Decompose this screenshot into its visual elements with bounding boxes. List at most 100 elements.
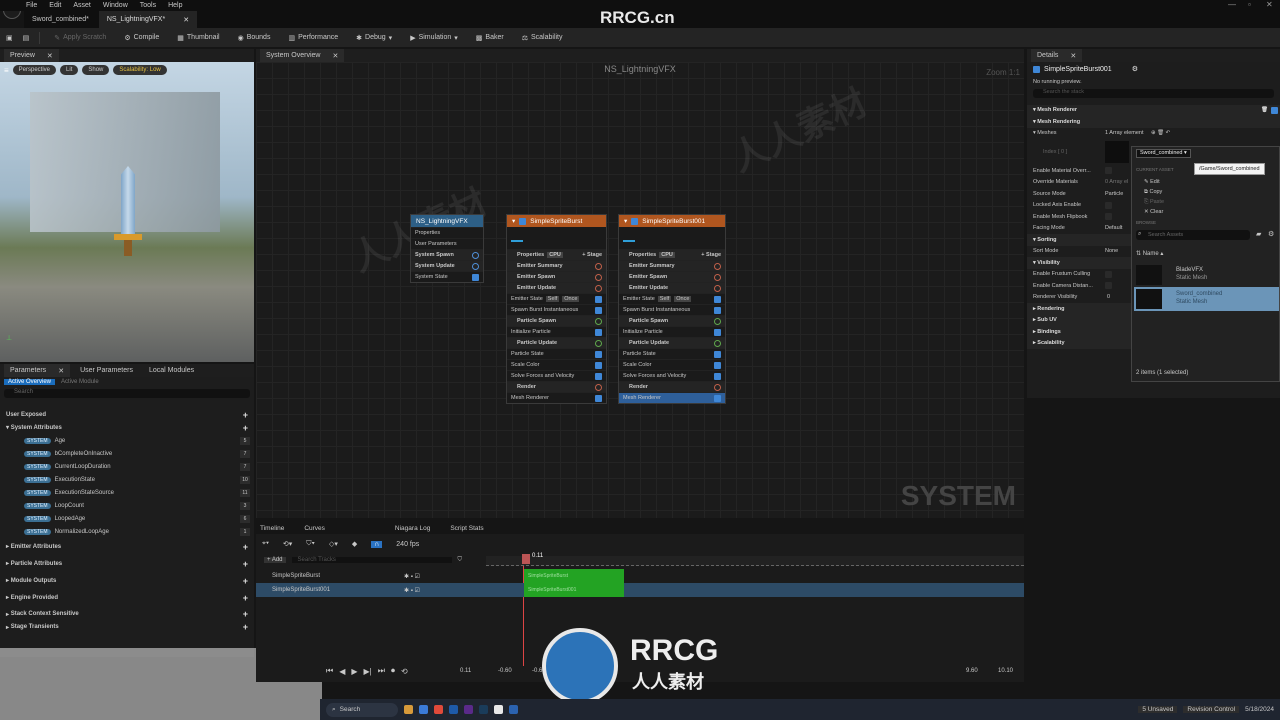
loop-playback-icon[interactable]: ⟲ xyxy=(401,667,408,676)
module-row[interactable]: Solve Forces and Velocity xyxy=(507,370,606,381)
module-row[interactable]: Initialize Particle xyxy=(507,326,606,337)
list-item[interactable]: SYSTEM ExecutionState 10 xyxy=(0,473,254,486)
playhead-marker[interactable] xyxy=(522,554,530,564)
skip-start-icon[interactable]: ⏮ xyxy=(326,666,333,676)
list-item[interactable]: SYSTEM ExecutionStateSource 11 xyxy=(0,486,254,499)
enable-checkbox[interactable] xyxy=(714,361,721,369)
tab-local-modules[interactable]: Local Modules xyxy=(143,364,200,377)
asset-dropdown[interactable]: Sword_combined ▾ xyxy=(1136,149,1191,158)
enable-checkbox[interactable] xyxy=(595,372,602,380)
stage-row[interactable]: Emitter Summary xyxy=(619,260,725,271)
list-item[interactable]: SYSTEM NormalizedLoopAge 1 xyxy=(0,525,254,538)
add-icon[interactable]: + xyxy=(243,609,248,619)
steam-icon[interactable] xyxy=(479,705,488,714)
prop-checkbox[interactable] xyxy=(1105,282,1112,290)
list-item[interactable]: SYSTEM LoopedAge 6 xyxy=(0,512,254,525)
module-row[interactable]: Mesh Renderer xyxy=(619,392,725,403)
perspective-button[interactable]: Perspective xyxy=(12,65,57,75)
performance-button[interactable]: ▥ Performance xyxy=(284,34,342,42)
list-item[interactable]: SYSTEM bCompleteOnInactive 7 xyxy=(0,447,254,460)
add-module-icon[interactable] xyxy=(714,317,721,325)
module-row[interactable]: Spawn Burst Instantaneous xyxy=(507,304,606,315)
system-attributes-section[interactable]: ▾ System Attributes + xyxy=(0,421,254,434)
stage-row[interactable]: Properties CPU + Stage xyxy=(507,249,606,260)
module-outputs-section[interactable]: ▸ Module Outputs + xyxy=(0,572,254,589)
chrome-icon[interactable] xyxy=(434,705,443,714)
prop-checkbox[interactable] xyxy=(1105,270,1112,278)
add-icon[interactable]: + xyxy=(243,542,248,552)
enable-checkbox[interactable] xyxy=(714,295,721,303)
mesh-rendering-section[interactable]: ▾ Mesh Rendering xyxy=(1027,116,1280,128)
stage-row[interactable]: Particle Spawn xyxy=(507,315,606,326)
gear-icon[interactable]: ⚙ xyxy=(1268,230,1274,238)
track-row[interactable]: SimpleSpriteBurst ✱ ▪ ☑ SimpleSpriteBurst xyxy=(256,569,1024,583)
tab-parameters[interactable]: Parameters ✕ xyxy=(4,364,71,377)
tab-sword-combined[interactable]: Sword_combined* xyxy=(24,11,97,28)
add-module-icon[interactable] xyxy=(714,339,721,347)
add-module-icon[interactable] xyxy=(595,383,602,391)
prop-checkbox[interactable] xyxy=(1105,201,1112,209)
meshes-row[interactable]: ▾ Meshes 1 Array element ⊕ 🗑 ↶ xyxy=(1027,128,1280,140)
emitter-node-simplespriteburst001[interactable]: ▾ SimpleSpriteBurst001 Properties CPU + Sta… xyxy=(618,214,726,404)
prop-checkbox[interactable] xyxy=(1105,213,1112,221)
enable-checkbox[interactable] xyxy=(595,306,602,314)
module-row[interactable]: Emitter State Self Once xyxy=(507,293,606,304)
menu-edit[interactable]: Edit xyxy=(49,2,61,9)
add-track-button[interactable]: + Add xyxy=(264,557,286,563)
step-back-icon[interactable]: ◀ xyxy=(339,667,345,676)
enable-checkbox[interactable] xyxy=(595,295,602,303)
stage-row[interactable]: Emitter Summary xyxy=(507,260,606,271)
taskbar-search[interactable]: ⌕ Search xyxy=(326,702,398,717)
magnet-icon[interactable]: ∩ xyxy=(371,540,383,548)
prop-value[interactable]: Particle xyxy=(1105,191,1123,197)
menu-help[interactable]: Help xyxy=(168,2,182,9)
stage-row[interactable]: Emitter Spawn xyxy=(619,271,725,282)
add-module-icon[interactable] xyxy=(472,262,479,270)
system-update-row[interactable]: System Update xyxy=(411,260,483,271)
close-tab-icon[interactable]: ✕ xyxy=(1070,52,1076,60)
stage-row[interactable]: Particle Update xyxy=(619,337,725,348)
folder-icon[interactable]: ▰ xyxy=(1256,230,1261,238)
stage-row[interactable]: Render xyxy=(507,381,606,392)
menu-window[interactable]: Window xyxy=(103,2,128,9)
menu-tools[interactable]: Tools xyxy=(140,2,156,9)
stage-row[interactable]: Properties CPU + Stage xyxy=(619,249,725,260)
revision-control-button[interactable]: Revision Control xyxy=(1183,706,1240,713)
user-exposed-section[interactable]: User Exposed + xyxy=(0,408,254,421)
add-stage-button[interactable]: + Stage xyxy=(701,252,721,258)
name-column-header[interactable]: ⇅ Name ▴ xyxy=(1136,250,1163,257)
add-module-icon[interactable] xyxy=(472,251,479,259)
tab-timeline[interactable]: Timeline xyxy=(260,525,284,532)
tab-details[interactable]: Details ✕ xyxy=(1031,49,1083,62)
module-row[interactable]: Particle State xyxy=(507,348,606,359)
preview-viewport[interactable]: ≡ Perspective Lit Show Scalability: Low … xyxy=(0,62,254,362)
add-element-icon[interactable]: ⊕ 🗑 ↶ xyxy=(1151,130,1170,136)
fps-dropdown[interactable]: 240 fps xyxy=(396,541,419,548)
tab-ns-lightningvfx[interactable]: NS_LightningVFX* ✕ xyxy=(98,11,198,28)
add-stage-button[interactable]: + Stage xyxy=(582,252,602,258)
track-bar[interactable]: SimpleSpriteBurst xyxy=(524,569,624,583)
track-bar[interactable]: SimpleSpriteBurst001 xyxy=(524,583,624,597)
enable-checkbox[interactable] xyxy=(472,273,479,281)
key-tool-icon[interactable]: ⌖▾ xyxy=(262,540,269,548)
edge-icon[interactable] xyxy=(419,705,428,714)
save-icon[interactable]: ▣ xyxy=(6,34,13,42)
close-window-icon[interactable]: ✕ xyxy=(1266,0,1273,9)
enable-checkbox[interactable] xyxy=(714,306,721,314)
baker-button[interactable]: ▩ Baker xyxy=(472,34,508,42)
module-row[interactable]: Scale Color xyxy=(507,359,606,370)
system-overview-graph[interactable]: NS_LightningVFX Zoom 1:1 SYSTEM 人人素材 人人素… xyxy=(256,62,1024,518)
track-controls-icon[interactable]: ✱ ▪ ☑ xyxy=(404,587,420,594)
track-controls-icon[interactable]: ✱ ▪ ☑ xyxy=(404,573,420,580)
tab-user-parameters[interactable]: User Parameters xyxy=(74,364,139,377)
active-overview-tab[interactable]: Active Overview xyxy=(4,379,56,385)
track-row-selected[interactable]: SimpleSpriteBurst001 ✱ ▪ ☑ SimpleSpriteBur… xyxy=(256,583,1024,597)
add-icon[interactable]: + xyxy=(243,622,248,632)
system-properties-row[interactable]: Properties xyxy=(411,227,483,238)
enable-checkbox[interactable] xyxy=(714,350,721,358)
add-icon[interactable]: + xyxy=(243,559,248,569)
list-item[interactable]: SYSTEM Age 5 xyxy=(0,434,254,447)
emitter-attributes-section[interactable]: ▸ Emitter Attributes + xyxy=(0,538,254,555)
menu-file[interactable]: File xyxy=(26,2,37,9)
browse-icon[interactable]: ▤ xyxy=(23,34,30,42)
